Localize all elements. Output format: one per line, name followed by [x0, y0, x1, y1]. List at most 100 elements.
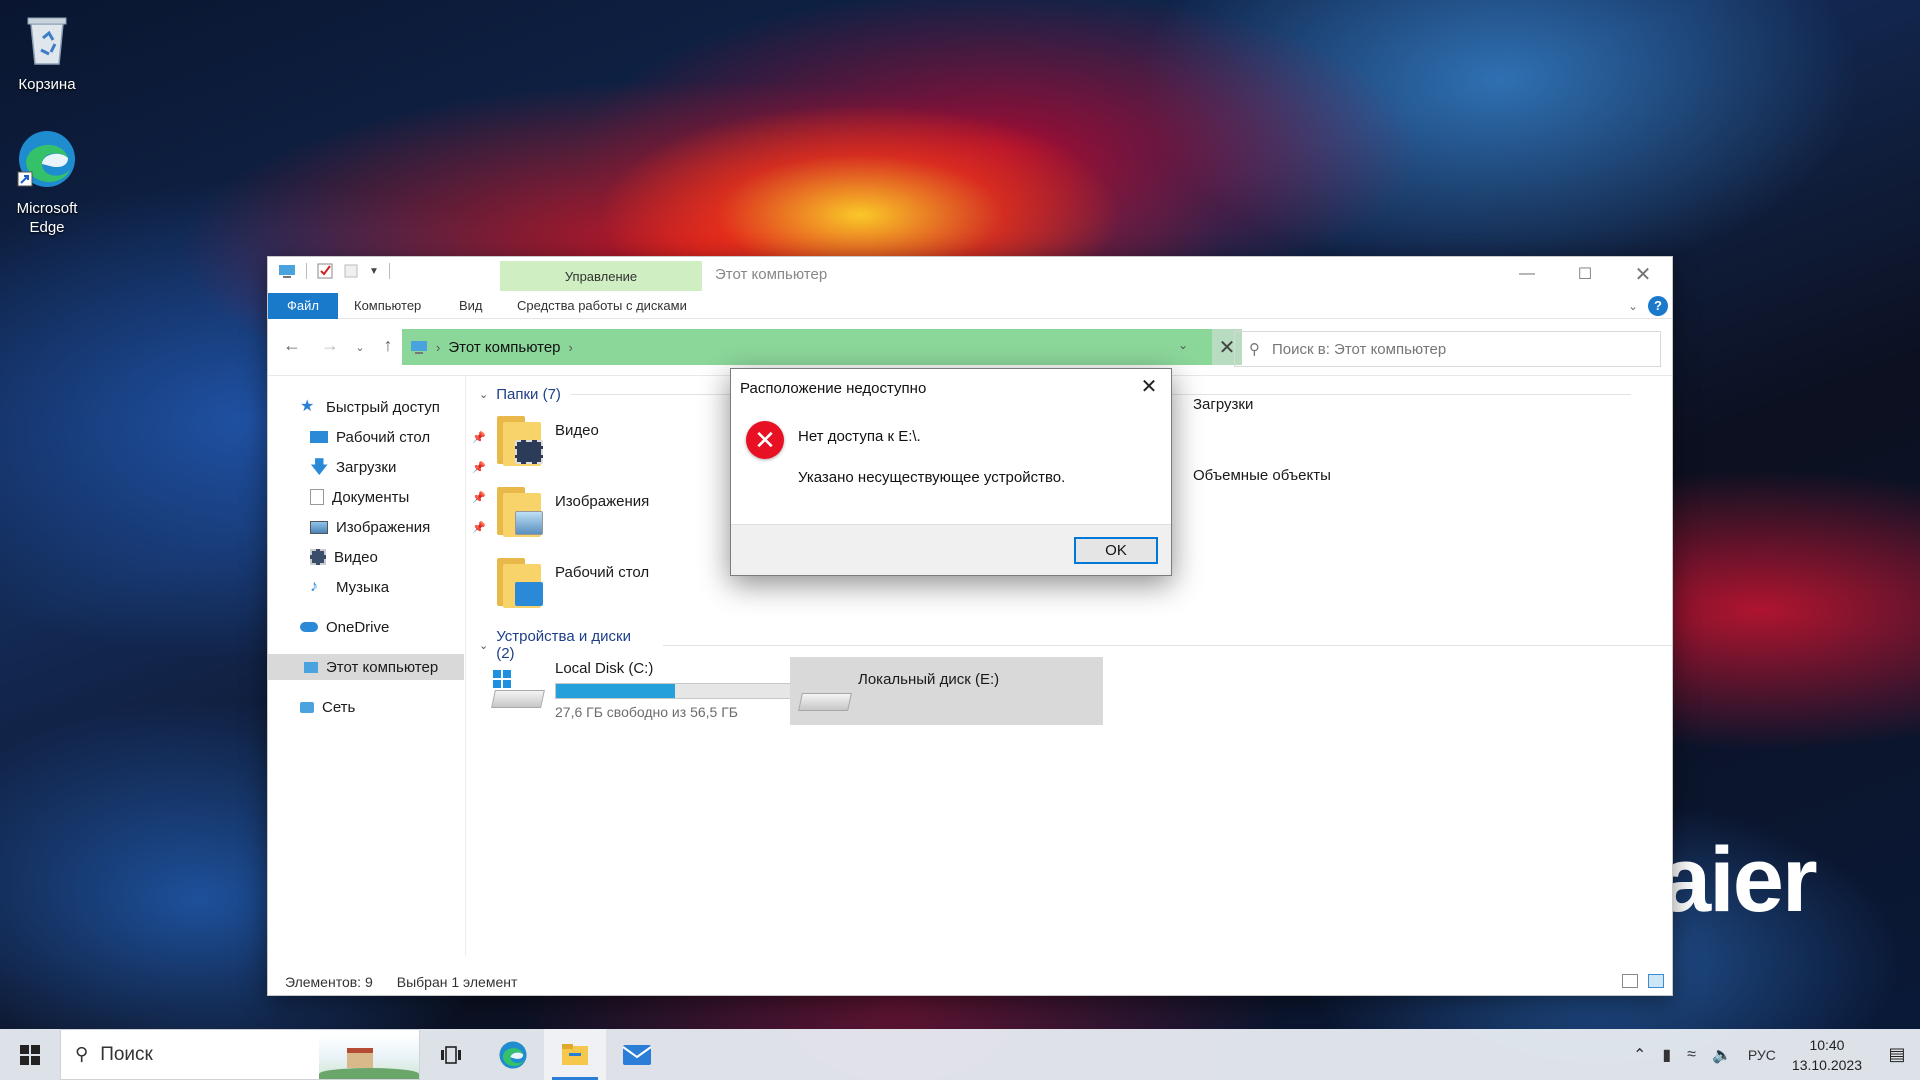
nav-item-quick-access[interactable]: ★ Быстрый доступ — [300, 394, 440, 420]
drive-tile-e-selected[interactable]: Локальный диск (E:) — [790, 657, 1103, 725]
status-bar: Элементов: 9 Выбран 1 элемент — [268, 969, 1672, 995]
start-button[interactable] — [0, 1029, 60, 1080]
tab-file[interactable]: Файл — [268, 293, 338, 319]
address-bar[interactable]: › Этот компьютер › ⌄ — [402, 329, 1212, 365]
language-indicator[interactable]: РУС — [1748, 1047, 1776, 1063]
tab-drive-tools[interactable]: Средства работы с дисками — [517, 293, 687, 319]
search-placeholder: Поиск в: Этот компьютер — [1272, 340, 1447, 358]
music-icon: ♪ — [310, 578, 318, 595]
nav-item-onedrive[interactable]: OneDrive — [300, 614, 389, 640]
recent-locations-icon[interactable]: ⌄ — [348, 341, 372, 354]
nav-item-label: Этот компьютер — [326, 658, 439, 676]
taskbar: ⚲ Поиск ⌃ ▮ ≈ 🔈 РУС 10:40 13.10.2023 ▤ — [0, 1029, 1920, 1080]
search-icon: ⚲ — [75, 1044, 89, 1064]
windows-logo-icon — [20, 1044, 40, 1065]
tab-view[interactable]: Вид — [459, 293, 483, 319]
images-folder-icon — [497, 487, 543, 539]
folder-tile-video[interactable]: Видео — [497, 416, 599, 468]
folder-tile-desktop[interactable]: Рабочий стол — [497, 558, 649, 610]
notifications-icon[interactable]: ▤ — [1874, 1029, 1920, 1080]
edge-taskbar-button[interactable] — [482, 1029, 544, 1080]
breadcrumb-chevron-icon[interactable]: › — [436, 340, 440, 355]
customize-toolbar-icon[interactable]: ▼ — [369, 266, 379, 277]
taskbar-search-input[interactable]: ⚲ Поиск — [60, 1029, 420, 1080]
drive-info: Local Disk (C:) 27,6 ГБ свободно из 56,5… — [555, 660, 791, 720]
windows-logo-icon — [493, 670, 511, 688]
close-icon[interactable]: ✕ — [1614, 257, 1672, 291]
nav-item-documents[interactable]: Документы 📌 — [310, 484, 486, 510]
maximize-icon[interactable]: ☐ — [1556, 257, 1614, 291]
desktop-folder-icon — [497, 558, 543, 610]
desktop-icon-recycle-bin[interactable]: Корзина — [8, 10, 86, 94]
forward-icon[interactable]: → — [318, 335, 342, 356]
group-title: Папки (7) — [496, 386, 561, 403]
large-icons-view-icon[interactable] — [1648, 974, 1664, 988]
nav-item-desktop[interactable]: Рабочий стол 📌 — [310, 424, 486, 450]
star-icon: ★ — [300, 398, 315, 415]
location-unavailable-dialog: Расположение недоступно ✕ ✕ Нет доступа … — [730, 368, 1172, 576]
view-switcher — [1622, 974, 1664, 988]
cloud-icon — [300, 622, 318, 632]
properties-icon[interactable] — [317, 263, 333, 279]
group-title: Устройства и диски (2) — [496, 628, 631, 662]
volume-icon[interactable]: 🔈 — [1712, 1045, 1732, 1065]
drive-name: Local Disk (C:) — [555, 660, 654, 677]
taskbar-search-placeholder: Поиск — [100, 1043, 153, 1065]
edge-icon — [499, 1040, 527, 1069]
drive-tile-c[interactable]: Local Disk (C:) 27,6 ГБ свободно из 56,5… — [491, 660, 801, 720]
battery-icon[interactable]: ▮ — [1662, 1045, 1671, 1065]
close-icon[interactable]: ✕ — [1137, 375, 1161, 399]
chevron-down-icon: ⌄ — [479, 639, 489, 652]
edge-icon — [17, 131, 75, 187]
clock-time: 10:40 — [1809, 1036, 1845, 1053]
clock[interactable]: 10:40 13.10.2023 — [1792, 1035, 1862, 1075]
ribbon-right-controls: ⌄ ? — [1628, 296, 1668, 316]
toolbar-separator — [306, 263, 307, 279]
file-explorer-taskbar-button[interactable] — [544, 1029, 606, 1080]
search-icon: ⚲ — [1249, 341, 1260, 358]
up-icon[interactable]: ↑ — [376, 335, 400, 356]
back-icon[interactable]: ← — [280, 335, 304, 356]
nav-item-video[interactable]: Видео — [310, 544, 378, 570]
this-pc-icon — [411, 341, 427, 354]
expand-ribbon-icon[interactable]: ⌄ — [1628, 299, 1638, 313]
nav-item-downloads[interactable]: 🡇 Загрузки 📌 — [310, 454, 486, 480]
this-pc-icon[interactable] — [278, 263, 296, 279]
wifi-icon[interactable]: ≈ — [1687, 1046, 1696, 1064]
address-history-dropdown-icon[interactable]: ⌄ — [1178, 338, 1188, 352]
nav-item-label: Быстрый доступ — [326, 398, 440, 416]
this-pc-icon — [304, 661, 318, 673]
tab-computer[interactable]: Компьютер — [354, 293, 421, 319]
drive-name: Локальный диск (E:) — [858, 671, 1000, 688]
dialog-footer: OK — [731, 524, 1171, 575]
mail-taskbar-button[interactable] — [606, 1029, 668, 1080]
tab-manage-contextual[interactable]: Управление — [500, 261, 702, 291]
ok-button[interactable]: OK — [1074, 537, 1158, 564]
chevron-up-icon[interactable]: ⌃ — [1633, 1045, 1646, 1065]
breadcrumb-chevron-icon[interactable]: › — [569, 340, 573, 355]
nav-item-music[interactable]: ♪ Музыка — [310, 574, 389, 600]
drive-usage-bar — [555, 683, 791, 699]
folder-tile-images[interactable]: Изображения — [497, 487, 649, 539]
desktop-icon-edge[interactable]: Microsoft Edge — [8, 128, 86, 237]
help-icon[interactable]: ? — [1648, 296, 1668, 316]
navigation-pane: ★ Быстрый доступ Рабочий стол 📌 🡇 Загруз… — [268, 376, 486, 956]
search-input[interactable]: ⚲ Поиск в: Этот компьютер — [1234, 331, 1661, 367]
nav-item-label: Документы — [332, 488, 410, 506]
minimize-icon[interactable]: — — [1498, 257, 1556, 291]
nav-item-images[interactable]: Изображения 📌 — [310, 514, 486, 540]
clock-date: 13.10.2023 — [1791, 1056, 1862, 1073]
taskbar-apps — [420, 1029, 668, 1080]
task-view-button[interactable] — [420, 1029, 482, 1080]
nav-item-this-pc[interactable]: Этот компьютер — [268, 654, 464, 680]
ribbon-tabs: Файл Компьютер Вид Средства работы с дис… — [268, 293, 1672, 319]
breadcrumb-this-pc[interactable]: Этот компьютер — [448, 339, 560, 356]
nav-item-network[interactable]: Сеть — [300, 694, 355, 720]
status-selection: Выбран 1 элемент — [396, 974, 518, 990]
documents-icon — [310, 489, 324, 505]
new-folder-icon[interactable] — [343, 263, 359, 279]
details-view-icon[interactable] — [1622, 974, 1638, 988]
system-tray: ⌃ ▮ ≈ 🔈 РУС 10:40 13.10.2023 ▤ — [1625, 1029, 1920, 1080]
dialog-title: Расположение недоступно — [740, 380, 927, 397]
quick-access-toolbar: ▼ — [278, 263, 390, 279]
